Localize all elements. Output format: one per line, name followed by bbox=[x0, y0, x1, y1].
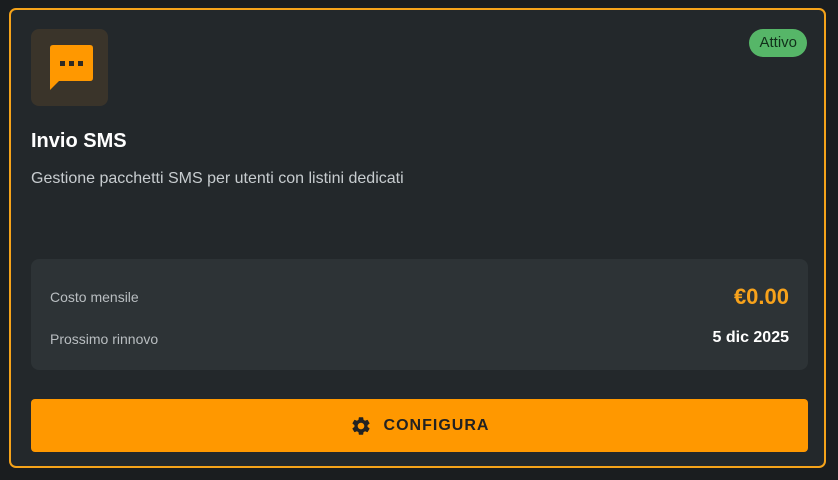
monthly-cost-label: Costo mensile bbox=[50, 289, 139, 305]
service-description: Gestione pacchetti SMS per utenti con li… bbox=[31, 170, 404, 187]
configure-button[interactable]: CONFIGURA bbox=[31, 399, 808, 452]
status-badge: Attivo bbox=[749, 29, 807, 57]
service-title: Invio SMS bbox=[31, 130, 127, 152]
next-renewal-label: Prossimo rinnovo bbox=[50, 331, 159, 347]
monthly-cost-value: €0.00 bbox=[733, 284, 789, 309]
service-icon-box bbox=[31, 29, 108, 106]
info-panel: Costo mensile €0.00 Prossimo rinnovo 5 d… bbox=[31, 259, 808, 370]
service-card: Attivo Invio SMS Gestione pacchetti SMS … bbox=[9, 8, 826, 468]
gear-icon bbox=[350, 415, 372, 437]
chat-bubble-dots-icon bbox=[49, 44, 93, 90]
configure-button-label: CONFIGURA bbox=[383, 416, 490, 434]
next-renewal-value: 5 dic 2025 bbox=[712, 329, 790, 346]
